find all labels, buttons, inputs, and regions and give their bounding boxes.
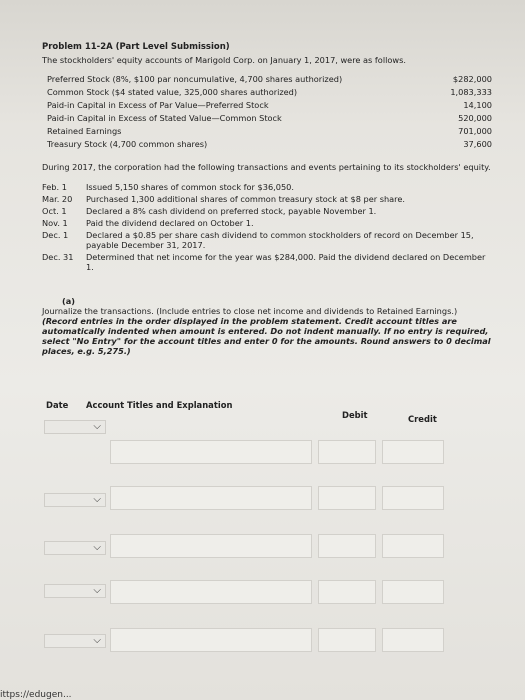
balance-row: Treasury Stock (4,700 common shares) 37,6… — [47, 139, 492, 149]
credit-field[interactable] — [382, 580, 444, 604]
chevron-down-icon: ⌵ — [93, 421, 101, 432]
account-title-field[interactable] — [110, 628, 312, 652]
account-title-field[interactable] — [110, 486, 312, 510]
credit-field[interactable] — [382, 534, 444, 558]
part-a-instruction: Journalize the transactions. (Include en… — [42, 306, 458, 316]
balance-row: Preferred Stock (8%, $100 par noncumulat… — [47, 74, 492, 84]
account-title-field[interactable] — [110, 534, 312, 558]
chevron-down-icon: ⌵ — [93, 542, 101, 553]
account-column-header: Account Titles and Explanation — [86, 400, 233, 410]
account-title-field[interactable] — [110, 440, 312, 464]
transaction-row: Feb. 1 Issued 5,150 shares of common stoc… — [42, 182, 294, 192]
debit-field[interactable] — [318, 628, 376, 652]
credit-column-header: Credit — [408, 414, 437, 424]
credit-field[interactable] — [382, 486, 444, 510]
date-dropdown[interactable]: ⌵ — [44, 420, 106, 434]
balance-row: Paid-in Capital in Excess of Par Value—P… — [47, 100, 492, 110]
credit-field[interactable] — [382, 440, 444, 464]
problem-intro: The stockholders' equity accounts of Mar… — [42, 55, 406, 65]
date-dropdown[interactable]: ⌵ — [44, 584, 106, 598]
date-dropdown[interactable]: ⌵ — [44, 541, 106, 555]
transaction-row: Oct. 1 Declared a 8% cash dividend on pre… — [42, 206, 377, 216]
transaction-row: Mar. 20 Purchased 1,300 additional shares… — [42, 194, 406, 204]
balance-row: Retained Earnings 701,000 — [47, 126, 492, 136]
account-title-field[interactable] — [110, 580, 312, 604]
chevron-down-icon: ⌵ — [93, 585, 101, 596]
chevron-down-icon: ⌵ — [93, 494, 101, 505]
photo-background: Problem 11-2A (Part Level Submission) Th… — [0, 0, 525, 700]
debit-field[interactable] — [318, 440, 376, 464]
date-column-header: Date — [46, 400, 69, 410]
date-dropdown[interactable]: ⌵ — [44, 634, 106, 648]
transaction-row: Dec. 1 Declared a $0.85 per share cash di… — [42, 230, 474, 250]
problem-page: Problem 11-2A (Part Level Submission) Th… — [42, 42, 492, 356]
debit-field[interactable] — [318, 580, 376, 604]
part-a-label: (a) — [62, 296, 76, 306]
transaction-row: Dec. 31 Determined that net income for th… — [42, 252, 486, 272]
transaction-row: Nov. 1 Paid the dividend declared on Octo… — [42, 218, 254, 228]
during-text: During 2017, the corporation had the fol… — [42, 162, 491, 172]
part-a: (a) Journalize the transactions. (Includ… — [42, 296, 492, 356]
browser-url-fragment: ittps://edugen... — [0, 690, 72, 700]
credit-field[interactable] — [382, 628, 444, 652]
balance-row: Common Stock ($4 stated value, 325,000 s… — [47, 87, 492, 97]
chevron-down-icon: ⌵ — [93, 635, 101, 646]
date-dropdown[interactable]: ⌵ — [44, 493, 106, 507]
debit-field[interactable] — [318, 486, 376, 510]
problem-title: Problem 11-2A (Part Level Submission) — [42, 42, 230, 52]
debit-field[interactable] — [318, 534, 376, 558]
transactions-list: Feb. 1 Issued 5,150 shares of common stoc… — [42, 182, 492, 274]
part-a-emphasis: (Record entries in the order displayed i… — [42, 316, 491, 356]
balances-list: Preferred Stock (8%, $100 par noncumulat… — [42, 74, 492, 152]
debit-column-header: Debit — [342, 410, 368, 420]
balance-row: Paid-in Capital in Excess of Stated Valu… — [47, 113, 492, 123]
